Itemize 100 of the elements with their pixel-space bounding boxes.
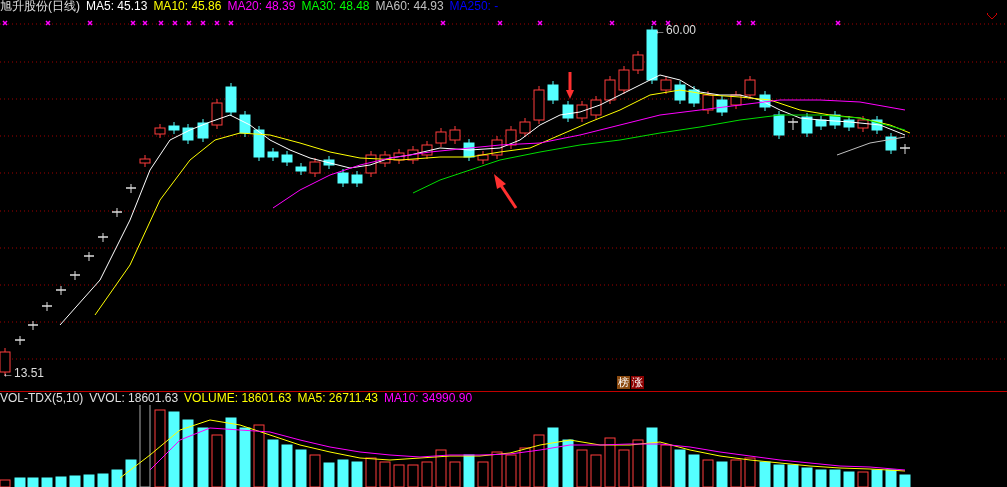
volume-bar xyxy=(435,449,447,487)
volume-bar xyxy=(55,476,67,487)
candlestick xyxy=(435,127,447,148)
volume-bar xyxy=(267,439,279,487)
candlestick xyxy=(646,25,658,85)
indicator-value: MA5: 26711.43 xyxy=(297,392,378,405)
candlestick xyxy=(379,150,391,168)
volume-bar xyxy=(41,477,53,487)
volume-bar xyxy=(688,454,700,487)
volume-bar xyxy=(618,449,630,487)
volume-bar xyxy=(253,424,265,487)
volume-bar xyxy=(211,434,223,487)
candlestick xyxy=(716,95,728,117)
chart-title: VOL-TDX(5,10) xyxy=(0,392,84,405)
candlestick xyxy=(547,80,559,105)
volume-bar xyxy=(491,451,503,487)
volume-bar xyxy=(337,459,349,487)
volume-bar xyxy=(505,454,517,487)
candlestick xyxy=(139,154,151,168)
volume-bar xyxy=(773,464,785,487)
volume-bar xyxy=(309,454,321,487)
candlestick xyxy=(801,112,813,138)
candlestick xyxy=(97,232,109,243)
candlestick xyxy=(393,148,405,165)
candlestick xyxy=(211,98,223,130)
candlestick xyxy=(491,135,503,160)
candlestick xyxy=(168,121,180,135)
volume-bar xyxy=(744,457,756,487)
candlestick xyxy=(519,117,531,138)
candlestick xyxy=(604,75,616,105)
volume-bar xyxy=(801,467,813,487)
candlestick xyxy=(27,320,39,331)
volume-bar xyxy=(225,417,237,487)
volume-bar xyxy=(604,437,616,487)
volume-bar xyxy=(632,439,644,487)
indicator-value: MA10: 34990.90 xyxy=(384,392,473,405)
candlestick xyxy=(351,170,363,188)
volume-bar xyxy=(857,471,869,487)
candlestick xyxy=(197,118,209,143)
indicator-value: MA10: 45.86 xyxy=(153,0,222,13)
candlestick xyxy=(225,82,237,117)
volume-bar xyxy=(295,449,307,487)
candlestick xyxy=(337,168,349,188)
price-label: ←60.00 xyxy=(654,24,697,37)
candlestick xyxy=(773,110,785,140)
candlestick xyxy=(815,115,827,131)
volume-bar xyxy=(899,474,911,487)
volume-bar xyxy=(69,475,81,487)
price-label: ←13.51 xyxy=(2,367,45,380)
volume-bar xyxy=(281,444,293,487)
indicator-value: MA20: 48.39 xyxy=(227,0,296,13)
arrow-drawing xyxy=(494,174,518,209)
candlestick xyxy=(125,183,137,194)
tag: 涨 xyxy=(631,376,644,389)
candlestick xyxy=(365,150,377,178)
volume-bar xyxy=(787,464,799,487)
volume-bar xyxy=(182,419,194,487)
volume-bar xyxy=(83,474,95,487)
candlestick xyxy=(421,140,433,160)
candlestick xyxy=(590,95,602,120)
volume-bar xyxy=(843,471,855,487)
volume-bar xyxy=(27,477,39,487)
volume-bar xyxy=(519,447,531,487)
volume-bar xyxy=(730,459,742,487)
candlestick xyxy=(562,100,574,123)
volume-bar xyxy=(14,477,26,487)
candlestick xyxy=(744,75,756,100)
volume-bar xyxy=(562,439,574,487)
chart-title: 旭升股份(日线) xyxy=(0,0,80,13)
volume-bar xyxy=(702,459,714,487)
volume-bar xyxy=(365,457,377,487)
volume-bar xyxy=(576,449,588,487)
volume-bar xyxy=(351,461,363,487)
arrow-drawing xyxy=(566,72,574,99)
candlestick xyxy=(899,143,911,155)
volume-bar xyxy=(646,427,658,487)
candlestick xyxy=(576,100,588,123)
volume-bar xyxy=(125,459,137,487)
volume-bar xyxy=(239,427,251,487)
indicator-value: MA5: 45.13 xyxy=(86,0,148,13)
candlestick xyxy=(267,147,279,162)
candlestick xyxy=(41,301,53,312)
candlestick xyxy=(55,285,67,296)
candlestick xyxy=(449,125,461,145)
volume-bar xyxy=(716,461,728,487)
volume-bar xyxy=(97,473,109,487)
indicator-value: MA30: 48.48 xyxy=(301,0,370,13)
candlestick xyxy=(281,150,293,167)
volume-bar xyxy=(533,434,545,487)
diamond-icon[interactable] xyxy=(986,13,998,20)
candlestick xyxy=(688,85,700,108)
volume-bar xyxy=(815,469,827,487)
candlestick xyxy=(660,75,672,95)
candlestick xyxy=(407,145,419,165)
candlestick xyxy=(239,110,251,138)
candlestick xyxy=(309,157,321,178)
candlestick xyxy=(829,110,841,130)
volume-bar xyxy=(674,449,686,487)
volume-bar xyxy=(393,464,405,487)
volume-bar xyxy=(323,462,335,487)
